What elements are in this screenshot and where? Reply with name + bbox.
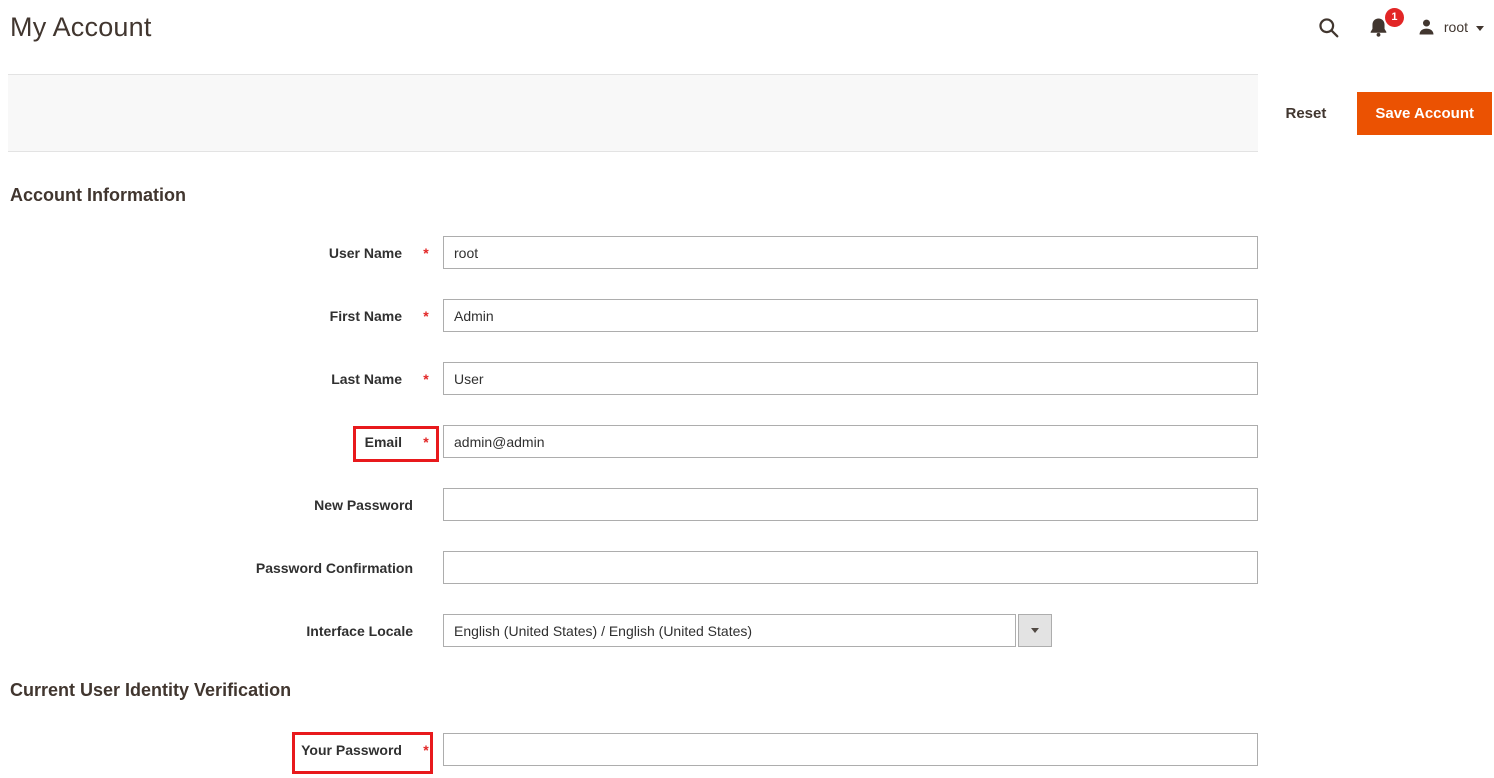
your-password-label: Your Password xyxy=(301,742,402,758)
page-actions-row: Reset Save Account xyxy=(0,74,1494,152)
form-row-last-name: Last Name * xyxy=(10,362,1494,395)
chevron-down-icon xyxy=(1031,628,1039,633)
page-actions: Reset Save Account xyxy=(1258,74,1494,152)
search-icon xyxy=(1317,16,1340,39)
new-password-label-group: New Password xyxy=(314,497,431,513)
first-name-label: First Name xyxy=(330,308,402,324)
your-password-input[interactable] xyxy=(443,733,1258,766)
chevron-down-icon xyxy=(1476,26,1484,31)
admin-header: My Account 1 xyxy=(0,0,1494,61)
reset-button[interactable]: Reset xyxy=(1285,105,1326,122)
account-form: Account Information User Name * First Na… xyxy=(0,185,1494,766)
page-title: My Account xyxy=(10,12,152,43)
save-account-button[interactable]: Save Account xyxy=(1357,92,1492,135)
user-menu[interactable]: root xyxy=(1417,18,1484,37)
last-name-label-group: Last Name * xyxy=(331,371,431,387)
password-confirmation-label-group: Password Confirmation xyxy=(256,560,431,576)
email-label-annotation-box: Email * xyxy=(365,434,431,450)
last-name-label: Last Name xyxy=(331,371,402,387)
email-input[interactable] xyxy=(443,425,1258,458)
new-password-input[interactable] xyxy=(443,488,1258,521)
form-row-new-password: New Password xyxy=(10,488,1494,521)
last-name-input[interactable] xyxy=(443,362,1258,395)
header-actions: 1 root xyxy=(1317,11,1484,43)
username-label: root xyxy=(1444,19,1468,35)
required-asterisk: * xyxy=(421,308,431,324)
required-asterisk: * xyxy=(421,742,431,758)
required-asterisk: * xyxy=(421,434,431,450)
notifications-button[interactable]: 1 xyxy=(1367,16,1390,39)
required-asterisk: * xyxy=(421,245,431,261)
form-row-user-name: User Name * xyxy=(10,236,1494,269)
form-row-your-password: Your Password * xyxy=(10,733,1494,766)
first-name-input[interactable] xyxy=(443,299,1258,332)
notification-count-badge: 1 xyxy=(1385,8,1404,27)
select-arrow-button[interactable] xyxy=(1018,614,1052,647)
form-row-interface-locale: Interface Locale English (United States)… xyxy=(10,614,1494,647)
password-confirmation-input[interactable] xyxy=(443,551,1258,584)
person-icon xyxy=(1417,18,1436,37)
first-name-label-group: First Name * xyxy=(330,308,431,324)
new-password-label: New Password xyxy=(314,497,413,513)
password-confirmation-label: Password Confirmation xyxy=(256,560,413,576)
required-asterisk: * xyxy=(421,371,431,387)
form-row-password-confirmation: Password Confirmation xyxy=(10,551,1494,584)
email-label: Email xyxy=(365,434,402,450)
user-name-label: User Name xyxy=(329,245,402,261)
search-button[interactable] xyxy=(1317,16,1340,39)
interface-locale-label-group: Interface Locale xyxy=(306,623,431,639)
section-heading-account-information: Account Information xyxy=(10,185,1494,205)
interface-locale-selected-value: English (United States) / English (Unite… xyxy=(443,614,1016,647)
page-actions-background xyxy=(8,74,1258,152)
your-password-label-annotation-box: Your Password * xyxy=(301,742,431,758)
interface-locale-label: Interface Locale xyxy=(306,623,413,639)
interface-locale-select[interactable]: English (United States) / English (Unite… xyxy=(443,614,1052,647)
form-row-email: Email * xyxy=(10,425,1494,458)
form-row-first-name: First Name * xyxy=(10,299,1494,332)
user-name-label-group: User Name * xyxy=(329,245,431,261)
user-name-input[interactable] xyxy=(443,236,1258,269)
section-heading-identity-verification: Current User Identity Verification xyxy=(10,680,1494,700)
